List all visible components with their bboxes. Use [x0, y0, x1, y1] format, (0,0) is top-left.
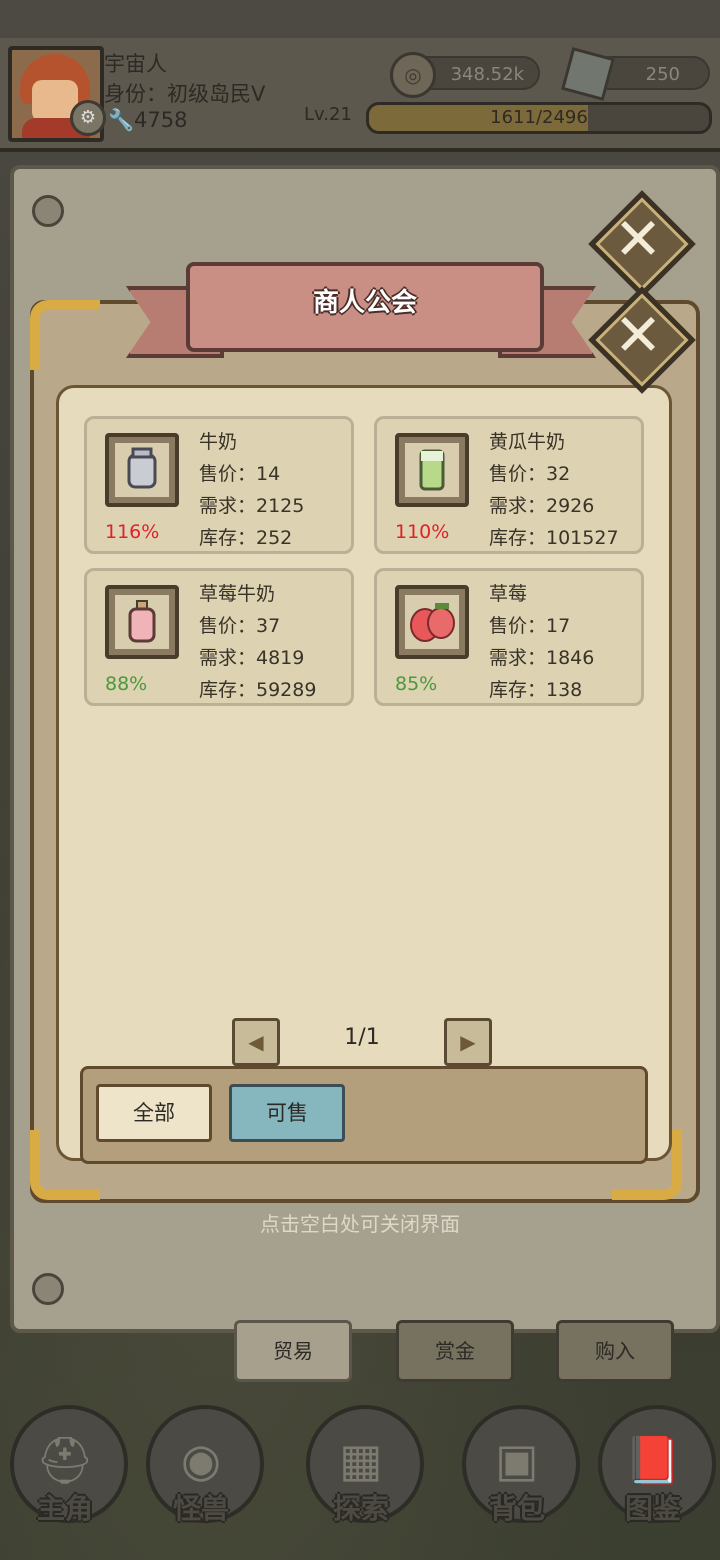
item-percent: 116%	[105, 521, 160, 543]
item-stock: 库存：101527	[489, 527, 619, 549]
item-name: 牛奶	[199, 431, 238, 453]
coin-icon: ◎	[390, 52, 436, 98]
frame-corner	[30, 300, 100, 370]
gear-icon[interactable]: ⚙	[70, 100, 106, 136]
item-demand: 需求：1846	[489, 647, 595, 669]
nav-explore[interactable]: ▦ 探索	[296, 1395, 426, 1545]
close-icon: ✕	[613, 205, 663, 273]
item-card-strawberry[interactable]: 草莓 售价：17 需求：1846 库存：138 85%	[374, 568, 644, 706]
nav-label: 图鉴	[624, 1492, 681, 1525]
triangle-left-icon: ◀	[248, 1030, 264, 1054]
wrench-icon: 🔧	[108, 108, 135, 132]
item-demand: 需求：4819	[199, 647, 305, 669]
item-demand: 需求：2926	[489, 495, 595, 517]
item-name: 黄瓜牛奶	[489, 431, 566, 453]
prev-page-button[interactable]: ◀	[232, 1018, 280, 1066]
item-stock: 库存：138	[489, 679, 583, 701]
close-icon: ✕	[613, 301, 663, 369]
item-percent: 85%	[395, 673, 438, 695]
gems-value: 250	[645, 64, 680, 85]
xp-bar: 1611/2496	[366, 102, 712, 134]
coins-value: 348.52k	[450, 64, 524, 85]
tab-bounty[interactable]: 赏金	[396, 1320, 514, 1382]
background-close-button[interactable]: ✕	[588, 190, 696, 298]
item-demand: 需求：2125	[199, 495, 305, 517]
power-value: 4758	[134, 108, 188, 132]
nav-label: 背包	[488, 1492, 545, 1525]
filter-sellable-button[interactable]: 可售	[229, 1084, 345, 1142]
next-page-button[interactable]: ▶	[444, 1018, 492, 1066]
item-card-milk[interactable]: 牛奶 售价：14 需求：2125 库存：252 116%	[84, 416, 354, 554]
xp-text: 1611/2496	[490, 107, 588, 128]
player-identity: 身份：初级岛民Ⅴ	[104, 82, 266, 106]
milk-can-icon	[105, 433, 179, 507]
tab-trade[interactable]: 贸易	[234, 1320, 352, 1382]
item-price: 售价：32	[489, 463, 571, 485]
item-price: 售价：14	[199, 463, 281, 485]
page-indicator: 1/1	[344, 1025, 380, 1050]
item-price: 售价：17	[489, 615, 571, 637]
cucumber-milk-glass-icon	[395, 433, 469, 507]
close-button[interactable]: ✕	[588, 286, 696, 394]
close-hint: 点击空白处可关闭界面	[260, 1212, 460, 1236]
nav-label: 探索	[332, 1492, 389, 1525]
item-stock: 库存：59289	[199, 679, 317, 701]
nav-hero[interactable]: ⛑ 主角	[0, 1395, 130, 1545]
filter-all-button[interactable]: 全部	[96, 1084, 212, 1142]
player-level: Lv.21	[304, 104, 352, 125]
strawberry-milk-bottle-icon	[105, 585, 179, 659]
item-stock: 库存：252	[199, 527, 293, 549]
tab-purchase[interactable]: 购入	[556, 1320, 674, 1382]
player-name: 宇宙人	[104, 52, 167, 76]
item-price: 售价：37	[199, 615, 281, 637]
nav-codex[interactable]: 📕 图鉴	[588, 1395, 718, 1545]
item-card-cucumber-milk[interactable]: 黄瓜牛奶 售价：32 需求：2926 库存：101527 110%	[374, 416, 644, 554]
item-percent: 88%	[105, 673, 148, 695]
triangle-right-icon: ▶	[460, 1030, 476, 1054]
nav-monsters[interactable]: ◉ 怪兽	[136, 1395, 266, 1545]
item-percent: 110%	[395, 521, 450, 543]
nav-label: 怪兽	[172, 1492, 229, 1525]
item-card-strawberry-milk[interactable]: 草莓牛奶 售价：37 需求：4819 库存：59289 88%	[84, 568, 354, 706]
nav-backpack[interactable]: ▣ 背包	[452, 1395, 582, 1545]
player-header: ⚙ 宇宙人 身份：初级岛民Ⅴ 🔧 4758 348.52k ◎ 250 Lv.2…	[0, 38, 720, 152]
nav-label: 主角	[36, 1492, 93, 1525]
title-ribbon: 商人公会	[126, 262, 596, 358]
item-name: 草莓牛奶	[199, 583, 276, 605]
modal-title: 商人公会	[312, 288, 417, 318]
strawberry-icon	[395, 585, 469, 659]
item-name: 草莓	[489, 583, 528, 605]
